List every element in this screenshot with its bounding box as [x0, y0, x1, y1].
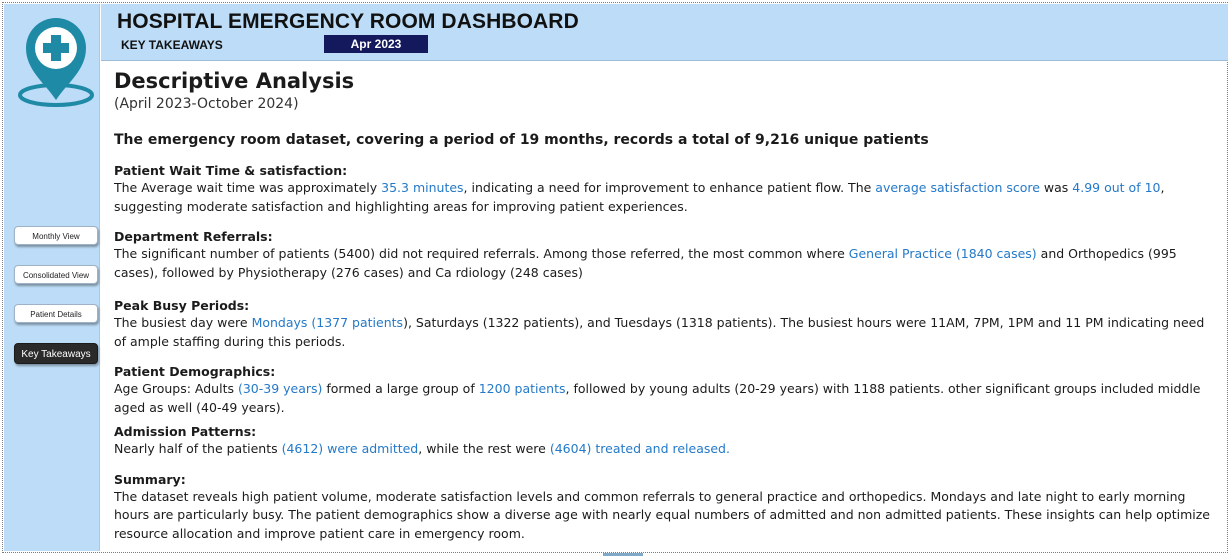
section-heading: Patient Wait Time & satisfaction:: [114, 163, 348, 178]
period-subtitle: (April 2023-October 2024): [114, 96, 299, 112]
referrals-section: Department Referrals: The significant nu…: [114, 228, 1214, 282]
section-text: The Average wait time was approximately …: [114, 180, 1165, 214]
hospital-location-pin-icon: [18, 18, 94, 107]
nav-patient-details-button[interactable]: Patient Details: [14, 304, 98, 323]
section-text: Age Groups: Adults (30-39 years) formed …: [114, 381, 1201, 415]
dashboard-subtitle: KEY TAKEAWAYS: [121, 38, 223, 52]
dashboard-title: HOSPITAL EMERGENCY ROOM DASHBOARD: [117, 10, 579, 33]
header-bar: HOSPITAL EMERGENCY ROOM DASHBOARD KEY TA…: [101, 4, 1228, 61]
admission-section: Admission Patterns: Nearly half of the p…: [114, 423, 1214, 459]
nav-consolidated-view-button[interactable]: Consolidated View: [14, 265, 98, 284]
page-scroll-indicator[interactable]: [603, 553, 643, 556]
section-text: Nearly half of the patients (4612) were …: [114, 441, 730, 456]
page-title: Descriptive Analysis: [114, 69, 355, 93]
section-heading: Patient Demographics:: [114, 364, 276, 379]
section-heading: Admission Patterns:: [114, 424, 257, 439]
date-badge[interactable]: Apr 2023: [324, 35, 428, 53]
section-text: The significant number of patients (5400…: [114, 246, 1177, 280]
headline-summary: The emergency room dataset, covering a p…: [114, 132, 929, 148]
nav-monthly-view-button[interactable]: Monthly View: [14, 226, 98, 245]
demographics-section: Patient Demographics: Age Groups: Adults…: [114, 363, 1214, 417]
section-heading: Department Referrals:: [114, 229, 273, 244]
nav-key-takeaways-button[interactable]: Key Takeaways: [14, 343, 98, 364]
analysis-content: Descriptive Analysis (April 2023-October…: [114, 62, 1214, 543]
summary-section: Summary: The dataset reveals high patien…: [114, 471, 1214, 544]
section-heading: Peak Busy Periods:: [114, 298, 250, 313]
section-text: The dataset reveals high patient volume,…: [114, 488, 1210, 541]
sidebar: Monthly View Consolidated View Patient D…: [4, 4, 100, 551]
wait-time-section: Patient Wait Time & satisfaction: The Av…: [114, 162, 1214, 216]
peak-busy-section: Peak Busy Periods: The busiest day were …: [114, 297, 1214, 351]
section-heading: Summary:: [114, 471, 186, 487]
section-text: The busiest day were Mondays (1377 patie…: [114, 315, 1205, 349]
